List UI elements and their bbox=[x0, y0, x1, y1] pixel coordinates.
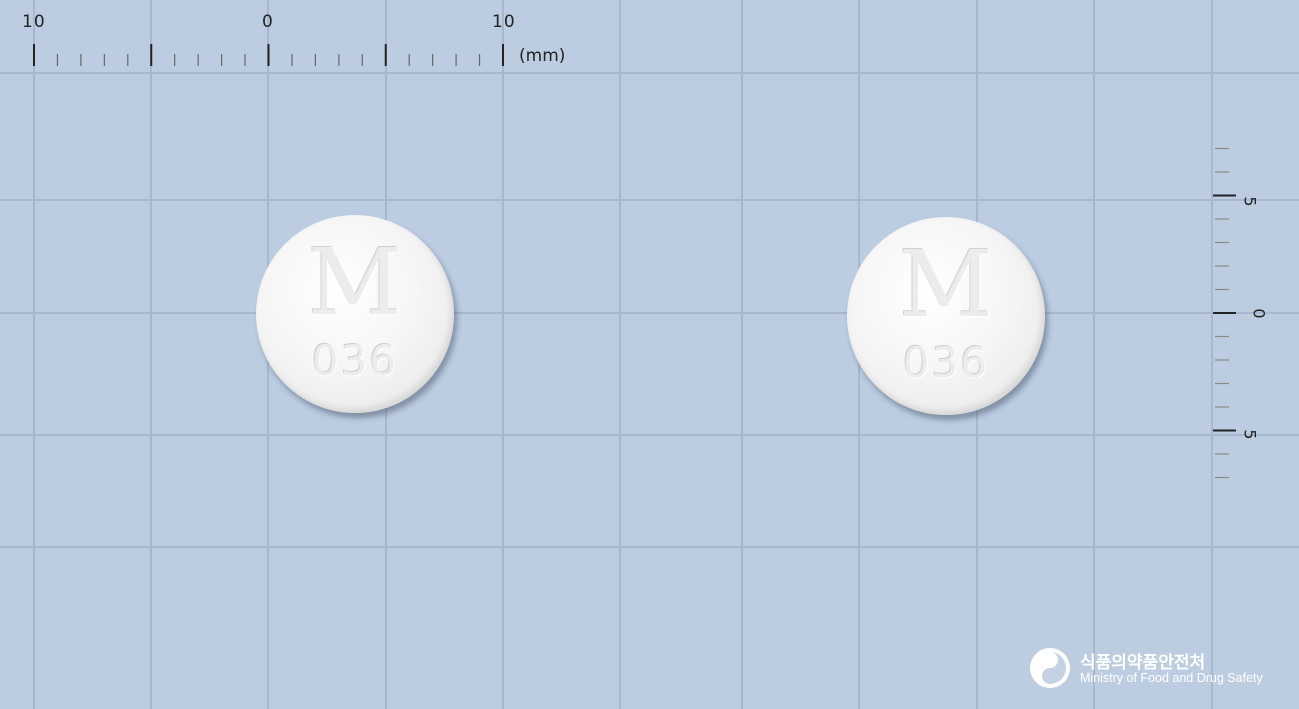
tablet-left: M 036 bbox=[256, 215, 454, 413]
tablet-left-imprint-letter: M bbox=[307, 229, 403, 336]
tablet-right-imprint-code: 036 bbox=[902, 338, 990, 387]
grid-lines bbox=[0, 0, 1299, 709]
photo-background bbox=[0, 0, 1299, 709]
tablet-right-imprint-letter: M bbox=[898, 231, 994, 338]
ruler-top-label-center: 0 bbox=[262, 12, 274, 32]
ruler-right-label-bottom: 5 bbox=[1240, 429, 1260, 440]
ruler-top-label-left: 10 bbox=[22, 12, 46, 32]
ruler-unit-label: (mm) bbox=[519, 46, 566, 66]
logo-english-name: Ministry of Food and Drug Safety bbox=[1080, 671, 1263, 685]
ruler-right-label-center: 0 bbox=[1249, 308, 1269, 319]
ruler-right-label-top: 5 bbox=[1240, 196, 1260, 207]
tablet-right: M 036 bbox=[847, 217, 1045, 415]
tablet-left-imprint-code: 036 bbox=[311, 336, 399, 385]
logo-korean-name: 식품의약품안전처 bbox=[1080, 653, 1206, 673]
ministry-logo-icon bbox=[1030, 648, 1070, 688]
ruler-top-label-right: 10 bbox=[492, 12, 516, 32]
